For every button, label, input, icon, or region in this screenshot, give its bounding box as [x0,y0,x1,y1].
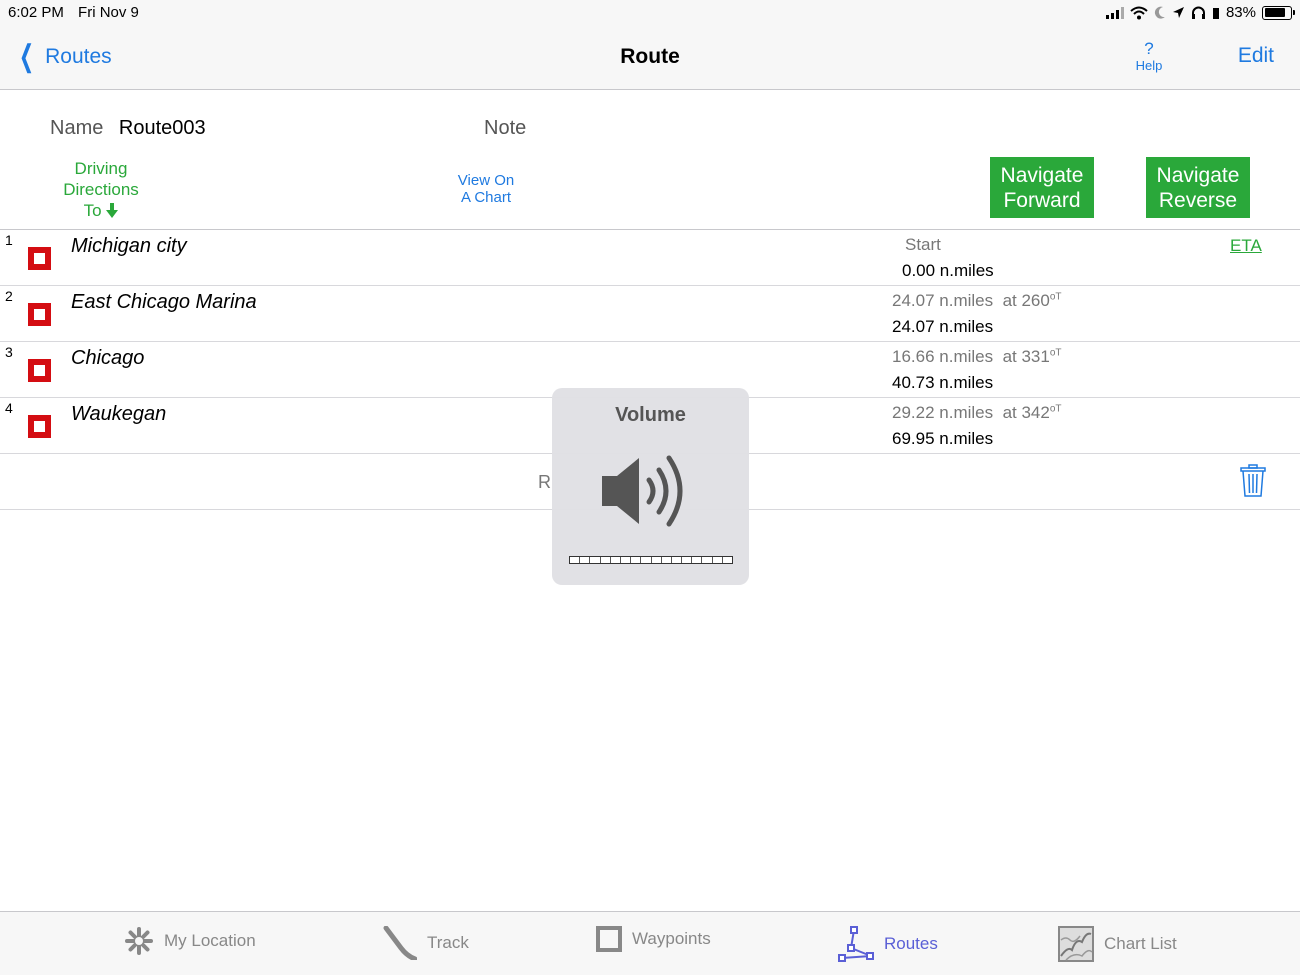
tab-label: My Location [164,931,256,950]
volume-segment [652,557,662,563]
status-bar: 6:02 PM Fri Nov 9 83% [0,0,1300,26]
tab-my-location[interactable]: My Location [124,926,256,956]
view-on-chart-line2: A Chart [460,189,512,206]
driving-directions-line3: To [40,200,162,221]
waypoint-square-icon [596,926,622,952]
route-point-row[interactable]: 2 East Chicago Marina 24.07 n.miles at 2… [0,286,1300,342]
footer-partial-text: R [538,472,551,492]
name-label: Name [50,117,104,139]
tab-label: Waypoints [632,929,711,948]
navigate-forward-line1: Navigate [1000,164,1084,187]
volume-segment [702,557,713,563]
location-arrow-icon [1172,7,1184,18]
navigation-bar: ❮ Routes Route ? Help Edit [0,26,1300,90]
route-point-total: 0.00 n.miles [902,261,994,280]
volume-level-bar [569,556,733,564]
volume-hud: Volume [552,388,749,585]
arrow-down-icon [106,203,119,218]
view-on-chart-line1: View On [457,172,515,189]
status-left: 6:02 PM Fri Nov 9 [8,4,149,21]
volume-segment [611,557,621,563]
route-point-leg: Start [905,235,941,254]
battery-icon [1262,5,1295,20]
help-button[interactable]: ? Help [1128,39,1170,74]
note-field[interactable]: Note [484,117,526,140]
route-point-index: 4 [5,400,13,416]
route-point-total: 40.73 n.miles [892,373,994,392]
status-right: 83% [1105,4,1295,21]
volume-segment [601,557,611,563]
navigate-reverse-button[interactable]: Navigate Reverse [1146,157,1250,218]
route-point-name: Michigan city [71,235,187,257]
route-point-name: Waukegan [71,403,167,425]
view-on-chart-button[interactable]: View On A Chart [440,172,532,206]
volume-segment [682,557,693,563]
chart-map-icon [1058,926,1094,962]
headphones-icon [1191,6,1205,19]
route-point-index: 3 [5,344,13,360]
tab-track[interactable]: Track [383,926,469,960]
route-header: Name Route003 Note Driving Directions To… [0,90,1300,230]
waypoint-marker-icon [28,415,51,438]
navigate-forward-button[interactable]: Navigate Forward [990,157,1094,218]
route-point-leg: 16.66 n.miles at 331oT [892,347,1062,366]
volume-title: Volume [615,404,686,426]
waypoint-marker-icon [28,359,51,382]
driving-directions-button[interactable]: Driving Directions To [40,158,162,221]
route-point-index: 1 [5,232,13,248]
route-point-leg: 29.22 n.miles at 342oT [892,403,1062,422]
volume-segment [580,557,591,563]
route-point-name: East Chicago Marina [71,291,257,313]
rotation-lock-icon [1212,7,1219,19]
tab-chart-list[interactable]: Chart List [1058,926,1177,962]
route-point-leg: 24.07 n.miles at 260oT [892,291,1062,310]
name-row: Name Route003 [50,117,206,140]
route-point-total: 24.07 n.miles [892,317,994,336]
navigate-reverse-line1: Navigate [1156,164,1240,187]
eta-link[interactable]: ETA [1230,236,1262,256]
speaker-volume-icon [602,455,683,527]
driving-directions-line2: Directions [63,180,139,199]
tab-bar: My Location Track Waypoints Routes Chart… [0,911,1300,975]
waypoint-marker-icon [28,303,51,326]
tab-waypoints[interactable]: Waypoints [596,926,711,952]
route-point-index: 2 [5,288,13,304]
volume-segment [570,557,581,563]
trash-icon[interactable] [1240,464,1266,498]
moon-icon [1154,6,1165,19]
volume-segment [631,557,642,563]
volume-segment [590,557,601,563]
cellular-signal-icon [1105,6,1124,19]
driving-directions-line1: Driving [74,159,128,178]
tab-label: Chart List [1104,934,1177,953]
question-mark-icon: ? [1144,39,1154,58]
route-point-total: 69.95 n.miles [892,429,994,448]
volume-segment [713,557,723,563]
page-title: Route [620,45,680,68]
tab-label: Routes [884,934,938,953]
navigate-forward-line2: Forward [1003,189,1081,212]
route-point-row[interactable]: 1 Michigan city Start 0.00 n.miles ETA [0,230,1300,286]
volume-segment [662,557,672,563]
volume-segment [621,557,632,563]
volume-segment [672,557,683,563]
route-point-name: Chicago [71,347,145,369]
battery-percent: 83% [1225,4,1256,21]
help-label: Help [1135,58,1163,73]
route-name-field[interactable]: Route003 [119,117,206,139]
navigate-reverse-line2: Reverse [1158,189,1238,212]
waypoint-marker-icon [28,247,51,270]
status-time: 6:02 PM [8,4,64,21]
route-icon [838,926,874,962]
asterisk-icon [125,927,153,955]
tab-routes[interactable]: Routes [838,926,938,962]
volume-segment [641,557,652,563]
edit-button[interactable]: Edit [1238,44,1274,68]
volume-segment [723,557,732,563]
track-icon [383,926,417,960]
tab-label: Track [427,933,469,952]
status-date: Fri Nov 9 [78,4,139,21]
volume-segment [692,557,703,563]
wifi-icon [1130,6,1148,19]
